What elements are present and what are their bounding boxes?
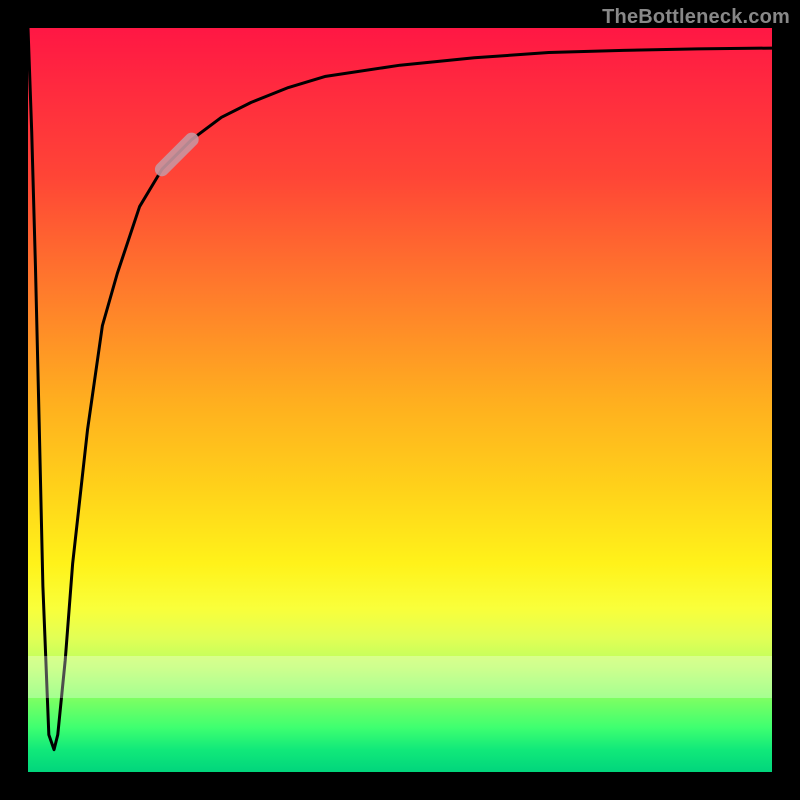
chart-frame: TheBottleneck.com <box>0 0 800 800</box>
bottleneck-curve <box>28 28 772 750</box>
curve-layer <box>28 28 772 772</box>
watermark-text: TheBottleneck.com <box>602 6 790 29</box>
curve-highlight-segment <box>162 140 192 170</box>
plot-area <box>28 28 772 772</box>
